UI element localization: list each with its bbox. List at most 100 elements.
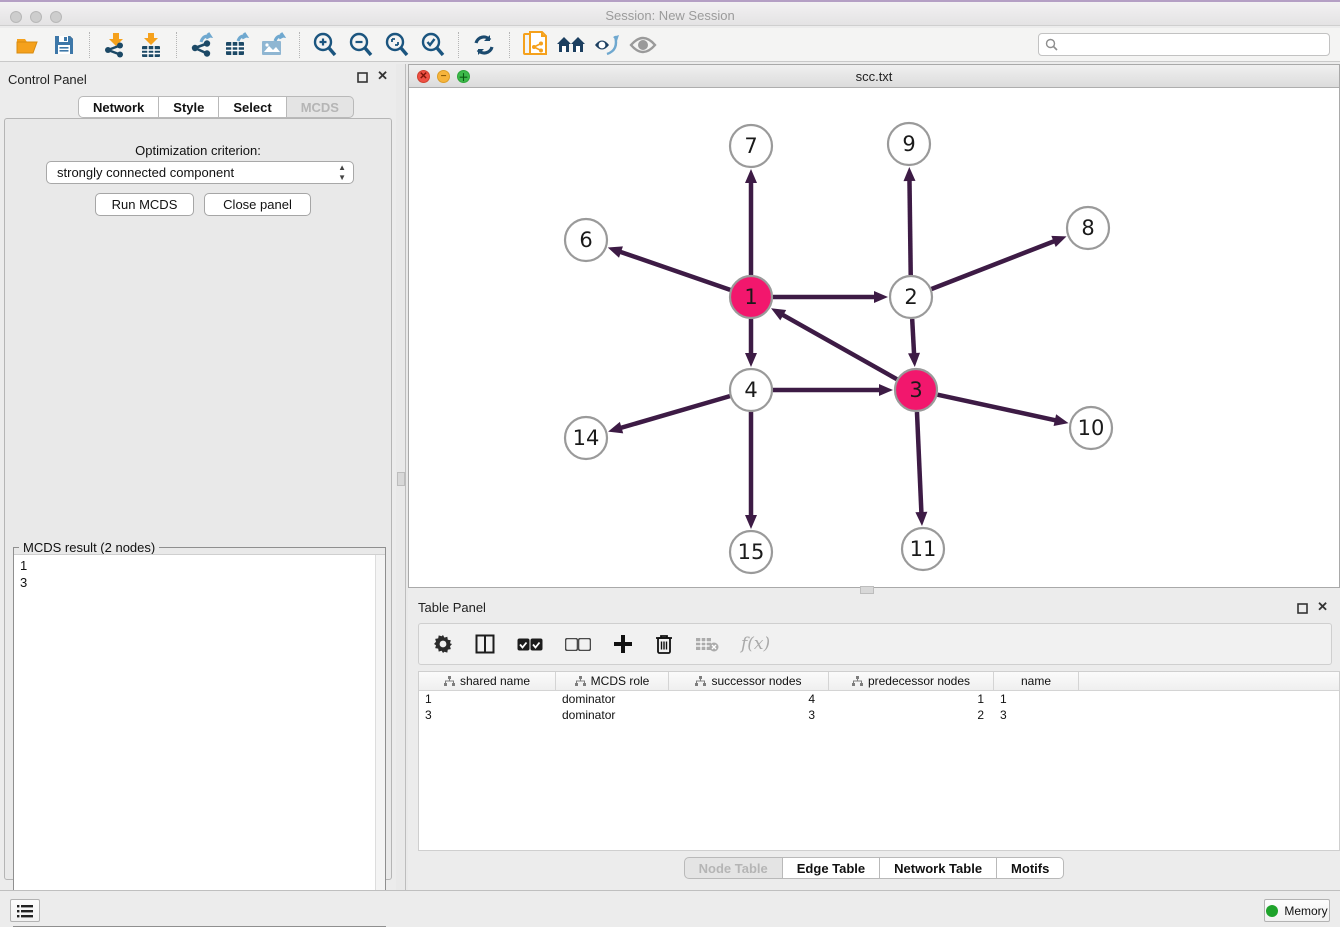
delete-column-button[interactable]: [655, 634, 673, 655]
float-table-panel-icon[interactable]: [1297, 601, 1308, 619]
function-builder-button[interactable]: f(x): [741, 634, 770, 654]
task-history-button[interactable]: [10, 899, 40, 922]
import-network-button[interactable]: [97, 30, 133, 60]
unchecked-boxes-icon: [565, 638, 591, 651]
select-all-button[interactable]: [517, 638, 543, 651]
edge-arrowhead-icon: [608, 422, 623, 434]
import-table-button[interactable]: [133, 30, 169, 60]
search-icon: [1045, 38, 1058, 51]
zoom-selected-button[interactable]: [415, 30, 451, 60]
node-label: 6: [579, 228, 592, 252]
search-input[interactable]: [1038, 33, 1330, 56]
divider-grip[interactable]: [860, 586, 874, 594]
show-hide-graphics-button[interactable]: [589, 30, 625, 60]
node-table: shared name MCDS role successor nodes pr…: [418, 671, 1340, 851]
edge-arrowhead-icon: [874, 291, 888, 303]
node-label: 3: [909, 378, 922, 402]
tab-node-table[interactable]: Node Table: [684, 857, 783, 879]
column-header-successor-nodes[interactable]: successor nodes: [669, 672, 829, 690]
edge-arrowhead-icon: [1054, 414, 1069, 426]
column-header-mcds-role[interactable]: MCDS role: [556, 672, 669, 690]
zoom-in-button[interactable]: [307, 30, 343, 60]
table-row[interactable]: 3 dominator 3 2 3: [419, 707, 1339, 723]
zoom-out-button[interactable]: [343, 30, 379, 60]
toolbar-separator: [89, 32, 90, 58]
export-network-icon: [189, 32, 215, 58]
tab-edge-table[interactable]: Edge Table: [783, 857, 880, 879]
deselect-all-button[interactable]: [565, 638, 591, 651]
node-label: 2: [904, 285, 917, 309]
import-network-icon: [103, 32, 127, 58]
graph-edge[interactable]: [912, 319, 914, 356]
export-table-icon: [224, 32, 252, 58]
network-window-titlebar[interactable]: ✕ − ＋ scc.txt: [409, 65, 1339, 88]
edge-arrowhead-icon: [903, 167, 915, 181]
run-mcds-button[interactable]: Run MCDS: [95, 193, 194, 216]
column-header-shared-name[interactable]: shared name: [419, 672, 556, 690]
tab-mcds[interactable]: MCDS: [287, 96, 354, 118]
control-panel-tabs: Network Style Select MCDS: [78, 96, 354, 118]
node-label: 15: [738, 540, 765, 564]
show-columns-button[interactable]: [475, 634, 495, 654]
tab-network[interactable]: Network: [78, 96, 159, 118]
eye-icon: [629, 35, 657, 55]
column-header-name[interactable]: name: [994, 672, 1079, 690]
tab-motifs[interactable]: Motifs: [997, 857, 1064, 879]
criterion-dropdown[interactable]: strongly connected component ▲▼: [46, 161, 354, 184]
apply-layout-button[interactable]: [466, 30, 502, 60]
tab-network-table[interactable]: Network Table: [880, 857, 997, 879]
add-column-button[interactable]: [613, 634, 633, 654]
open-session-button[interactable]: [10, 30, 46, 60]
table-row[interactable]: 1 dominator 4 1 1: [419, 691, 1339, 707]
optimization-criterion-label: Optimization criterion:: [5, 143, 391, 158]
cell-predecessor-nodes: 2: [829, 707, 994, 723]
close-panel-icon[interactable]: ✕: [377, 68, 388, 84]
tab-select[interactable]: Select: [219, 96, 286, 118]
graph-edge[interactable]: [937, 395, 1057, 421]
column-header-predecessor-nodes[interactable]: predecessor nodes: [829, 672, 994, 690]
open-folder-icon: [15, 34, 41, 56]
export-network-button[interactable]: [184, 30, 220, 60]
edge-arrowhead-icon: [1051, 236, 1066, 247]
clone-network-button[interactable]: [517, 30, 553, 60]
zoom-out-icon: [348, 32, 374, 58]
cell-shared-name: 3: [419, 707, 556, 723]
horizontal-split-divider[interactable]: [408, 588, 1340, 595]
graph-edge[interactable]: [781, 314, 897, 380]
graph-edge[interactable]: [917, 412, 922, 515]
network-graph-canvas[interactable]: 7968124314101511: [409, 88, 1339, 588]
gear-icon: [433, 634, 453, 654]
table-settings-button[interactable]: [433, 634, 453, 654]
mcds-result-box: MCDS result (2 nodes) 1 3: [13, 547, 386, 927]
save-session-button[interactable]: [46, 30, 82, 60]
sort-tree-icon: [575, 676, 586, 687]
close-panel-button[interactable]: Close panel: [204, 193, 311, 216]
graph-edge[interactable]: [619, 396, 730, 428]
graph-edge[interactable]: [909, 178, 910, 275]
float-panel-icon[interactable]: [357, 70, 368, 88]
table-panel-title: Table Panel: [418, 600, 486, 615]
toolbar-separator: [458, 32, 459, 58]
cell-name: 3: [994, 707, 1079, 723]
cell-mcds-role: dominator: [556, 707, 669, 723]
graph-edge[interactable]: [618, 251, 730, 290]
vertical-split-divider[interactable]: [396, 64, 408, 890]
main-titlebar: Session: New Session: [0, 0, 1340, 26]
close-table-panel-icon[interactable]: ✕: [1317, 599, 1328, 615]
result-scrollbar[interactable]: [375, 555, 385, 925]
export-table-button[interactable]: [220, 30, 256, 60]
table-header-row: shared name MCDS role successor nodes pr…: [419, 672, 1339, 691]
delete-table-button[interactable]: [695, 636, 719, 652]
graph-edge[interactable]: [931, 240, 1056, 289]
edge-arrowhead-icon: [745, 515, 757, 529]
divider-grip[interactable]: [397, 472, 405, 486]
memory-button[interactable]: Memory: [1264, 899, 1330, 922]
tab-style[interactable]: Style: [159, 96, 219, 118]
eye-button[interactable]: [625, 30, 661, 60]
zoom-fit-button[interactable]: [379, 30, 415, 60]
cell-successor-nodes: 3: [669, 707, 829, 723]
home-button[interactable]: [553, 30, 589, 60]
export-image-button[interactable]: [256, 30, 292, 60]
mcds-result-title: MCDS result (2 nodes): [19, 540, 159, 555]
edge-arrowhead-icon: [908, 353, 920, 367]
